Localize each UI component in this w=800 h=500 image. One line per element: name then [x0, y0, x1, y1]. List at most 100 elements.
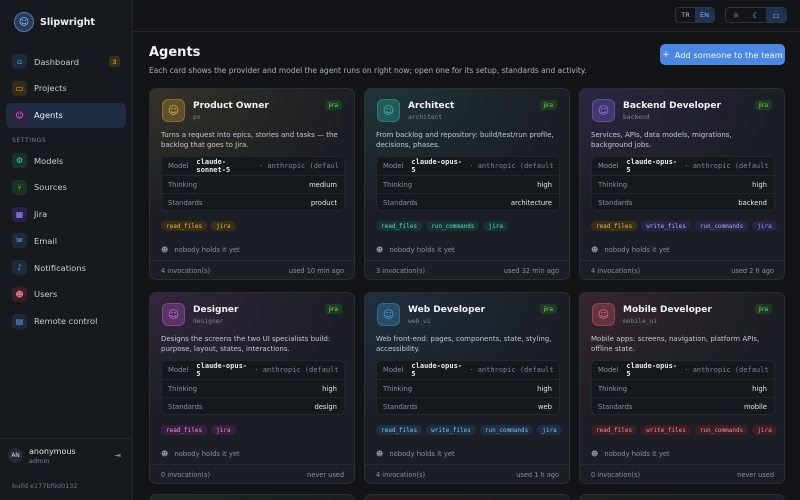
model-label: Model [383, 366, 404, 374]
agent-description: Designs the screens the two UI specialis… [161, 335, 331, 353]
agent-code: backend [623, 114, 650, 121]
permission-tag: jira [537, 425, 562, 435]
standards-label: Standards [598, 402, 633, 411]
sun-icon[interactable]: ☼ [726, 8, 746, 22]
moon-icon[interactable]: ☾ [746, 8, 766, 22]
permission-tag: jira [752, 425, 777, 435]
users-icon: ☻ [161, 450, 169, 458]
jira-badge: jira [754, 304, 772, 314]
agent-config: Model claude-sonnet-5 · anthropic (default… [161, 156, 345, 211]
sidebar-item-jira[interactable]: ▦ Jira [6, 202, 126, 227]
agent-card-po[interactable]: ☺ Product Owner po jira Turns a request into… [149, 88, 355, 280]
thinking-value: high [322, 384, 337, 393]
thinking-row: Thinking high [592, 175, 774, 193]
agent-card-web-ui[interactable]: ☺ Web Developer web_ui jira Web front-end: p… [364, 292, 570, 484]
model-label: Model [383, 162, 404, 170]
mobile-dev-avatar-icon: ☺ [592, 303, 615, 326]
thinking-row: Thinking high [377, 379, 559, 397]
permission-tags: read_files write_files run_commands jira [591, 221, 777, 231]
last-used: used 1 h ago [516, 471, 559, 479]
users-icon: ☻ [591, 450, 599, 458]
add-team-member-label: Add someone to the team [674, 49, 783, 60]
user-role: admin [29, 456, 50, 465]
agent-card-mobile-ui[interactable]: ☺ Mobile Developer mobile_ui jira Mobile app… [579, 292, 785, 484]
language-tr-button[interactable]: TR [676, 8, 695, 22]
jira-badge: jira [539, 100, 557, 110]
permission-tag: read_files [161, 425, 208, 435]
agent-card-architect[interactable]: ☺ Architect architect jira From backlog and … [364, 88, 570, 280]
kanban-icon: ▦ [12, 206, 27, 222]
sidebar-item-label: Agents [34, 110, 63, 121]
agent-code: architect [408, 114, 443, 121]
agent-description: From backlog and repository: build/test/… [376, 131, 554, 149]
thinking-label: Thinking [168, 180, 198, 189]
sidebar-item-dashboard[interactable]: ⌂ Dashboard 3 [6, 49, 126, 74]
sidebar-item-label: Sources [34, 182, 67, 193]
sidebar-item-models[interactable]: ⚙ Models [6, 148, 126, 173]
agent-code: mobile_ui [623, 318, 658, 325]
card-footer: 3 invocation(s) used 32 min ago [365, 260, 569, 279]
agent-description: Mobile apps: screens, navigation, platfo… [591, 335, 760, 353]
sidebar-item-sources[interactable]: ⑂ Sources [6, 175, 126, 200]
page-title: Agents [149, 45, 201, 60]
main-nav: ⌂ Dashboard 3 ▭ Projects ☺ Agents [6, 49, 126, 129]
standards-row: Standards architecture [377, 193, 559, 211]
sidebar-item-projects[interactable]: ▭ Projects [6, 76, 126, 101]
agent-name: Product Owner [193, 101, 269, 111]
mail-icon: ✉ [12, 233, 27, 249]
agent-description: Turns a request into epics, stories and … [161, 131, 338, 149]
avatar[interactable]: AN [8, 448, 23, 463]
permission-tags: read_files jira [161, 221, 236, 231]
model-name: claude-opus-5 [626, 362, 677, 378]
monitor-icon[interactable]: ▭ [766, 8, 786, 22]
permission-tag: write_files [641, 425, 691, 435]
agent-name: Designer [193, 305, 239, 315]
last-used: used 2 h ago [731, 267, 774, 275]
sidebar-item-users[interactable]: ☻ Users [6, 282, 126, 307]
agent-card-partial[interactable] [579, 494, 785, 500]
model-label: Model [598, 162, 619, 170]
brand[interactable]: ☺ Slipwright [0, 0, 132, 44]
model-row: Model claude-opus-5 · anthropic (default) [162, 361, 344, 379]
sidebar-item-notifications[interactable]: ♪ Notifications [6, 255, 126, 280]
permission-tag: run_commands [426, 221, 480, 231]
agent-config: Model claude-opus-5 · anthropic (default) T… [591, 360, 775, 415]
agent-name: Backend Developer [623, 101, 721, 111]
logout-icon[interactable]: ⇥ [114, 451, 121, 460]
agent-config: Model claude-opus-5 · anthropic (default) T… [591, 156, 775, 211]
agent-config: Model claude-opus-5 · anthropic (default) T… [376, 156, 560, 211]
standards-value: web [537, 402, 552, 411]
permission-tag: jira [483, 221, 508, 231]
agent-card-partial[interactable] [149, 494, 355, 500]
sidebar-item-agents[interactable]: ☺ Agents [6, 102, 126, 128]
permission-tag: run_commands [694, 221, 749, 231]
agent-card-designer[interactable]: ☺ Designer designer jira Designs the screens… [149, 292, 355, 484]
agent-card-partial[interactable] [364, 494, 570, 500]
thinking-value: high [537, 384, 552, 393]
language-en-button[interactable]: EN [695, 8, 714, 22]
sidebar-item-remote[interactable]: ▤ Remote control [6, 309, 126, 334]
folder-icon: ▭ [12, 80, 27, 96]
thinking-row: Thinking high [162, 379, 344, 397]
holder-text: nobody holds it yet [389, 450, 455, 458]
agents-grid: ☺ Product Owner po jira Turns a request into… [149, 88, 785, 484]
permission-tag: write_files [641, 221, 691, 231]
holder-text: nobody holds it yet [604, 450, 670, 458]
model-row: Model claude-opus-5 · anthropic (default) [377, 361, 559, 379]
card-footer: 0 invocation(s) never used [580, 464, 784, 483]
model-label: Model [598, 366, 619, 374]
model-name: claude-opus-5 [411, 158, 462, 174]
agent-card-backend[interactable]: ☺ Backend Developer backend jira Services, A… [579, 88, 785, 280]
sidebar-item-label: Notifications [34, 262, 86, 273]
model-row: Model claude-opus-5 · anthropic (default) [377, 157, 559, 175]
model-row: Model claude-opus-5 · anthropic (default) [592, 361, 774, 379]
branch-icon: ⑂ [12, 179, 27, 195]
standards-value: mobile [743, 402, 767, 411]
agent-code: designer [193, 318, 224, 325]
add-team-member-button[interactable]: + Add someone to the team [660, 44, 785, 65]
card-footer: 4 invocation(s) used 1 h ago [365, 464, 569, 483]
home-icon: ⌂ [12, 54, 27, 69]
robot-logo-icon: ☺ [14, 12, 34, 32]
sidebar-item-email[interactable]: ✉ Email [6, 228, 126, 253]
thinking-label: Thinking [383, 384, 413, 393]
